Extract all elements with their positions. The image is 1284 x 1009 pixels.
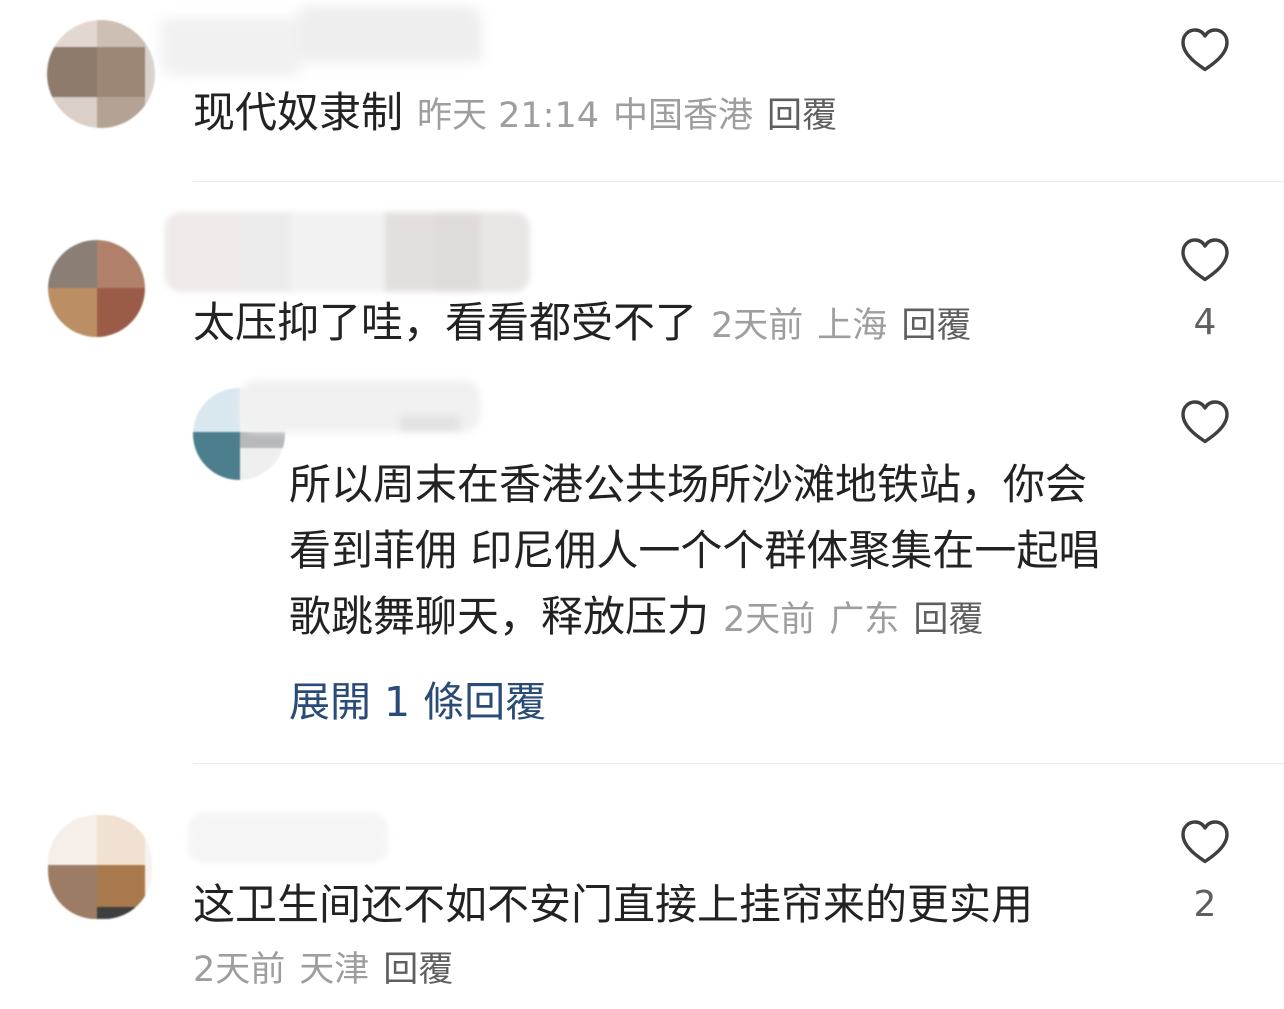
avatar-pixel <box>97 865 145 907</box>
comment-text: 这卫生间还不如不安门直接上挂帘来的更实用 <box>193 880 1034 929</box>
avatar-pixel <box>48 288 97 337</box>
like-button[interactable] <box>1170 27 1240 73</box>
reply-text-line: 歌跳舞聊天，释放压力 <box>289 592 710 641</box>
heart-outline-icon[interactable] <box>1180 819 1230 865</box>
avatar-pixel <box>240 432 285 448</box>
comment-text: 太压抑了哇，看看都受不了 <box>193 298 698 347</box>
avatar-pixel <box>48 865 97 919</box>
comment-body: 太压抑了哇，看看都受不了 2天前 上海 回覆 <box>193 295 971 360</box>
comment-text: 现代奴隶制 <box>193 88 404 137</box>
username-redacted[interactable] <box>188 813 388 863</box>
reply-button[interactable]: 回覆 <box>901 306 971 346</box>
username-redacted[interactable] <box>240 380 480 432</box>
reply-body: 所以周末在香港公共场所沙滩地铁站，你会 看到菲佣 印尼佣人一个个群体聚集在一起唱… <box>289 452 1100 653</box>
redaction-block <box>160 18 300 76</box>
avatar-pixel <box>48 815 97 865</box>
heart-outline-icon[interactable] <box>1180 399 1230 445</box>
avatar[interactable] <box>48 240 145 337</box>
reply-last-line: 歌跳舞聊天，释放压力 2天前 广东 回覆 <box>289 584 1100 653</box>
avatar-pixel <box>97 47 145 97</box>
avatar-pixel <box>47 47 97 97</box>
comment-body: 这卫生间还不如不安门直接上挂帘来的更实用 <box>193 877 1033 942</box>
comment-location: 上海 <box>817 306 888 346</box>
redaction-block <box>385 212 433 292</box>
avatar-pixel <box>193 432 240 480</box>
username-redacted[interactable] <box>160 6 482 76</box>
redaction-block <box>300 6 482 62</box>
comment-body: 现代奴隶制 昨天 21:14 中国香港 回覆 <box>193 85 837 150</box>
comment-meta: 2天前 天津 回覆 <box>193 946 453 1000</box>
comment-time: 2天前 <box>193 950 286 990</box>
avatar[interactable] <box>48 815 152 919</box>
avatar-pixel <box>97 97 145 128</box>
like-count: 2 <box>1193 884 1217 925</box>
avatar-pixel <box>97 288 145 337</box>
avatar-pixel <box>145 20 155 128</box>
avatar-pixel <box>193 388 240 432</box>
comment-time: 2天前 <box>711 306 804 346</box>
reply-text-line: 看到菲佣 印尼佣人一个个群体聚集在一起唱 <box>289 526 1101 575</box>
reply-button[interactable]: 回覆 <box>767 96 837 136</box>
heart-outline-icon[interactable] <box>1180 237 1230 283</box>
redaction-block <box>290 212 385 292</box>
redaction-block <box>240 212 290 292</box>
avatar-pixel <box>48 240 97 288</box>
heart-outline-path <box>1181 820 1229 864</box>
avatar[interactable] <box>47 20 155 128</box>
redaction-block <box>400 416 460 432</box>
reply-button[interactable]: 回覆 <box>383 950 453 990</box>
like-count: 4 <box>1193 302 1217 343</box>
avatar-pixel <box>97 815 145 865</box>
heart-outline-path <box>1181 28 1229 72</box>
comment-location: 中国香港 <box>613 96 754 136</box>
like-button[interactable]: 4 <box>1170 237 1240 345</box>
heart-outline-icon[interactable] <box>1180 27 1230 73</box>
avatar-pixel <box>97 907 145 919</box>
divider <box>193 181 1284 182</box>
expand-replies-link[interactable]: 展開 1 條回覆 <box>289 680 546 724</box>
reply-location: 广东 <box>829 600 900 640</box>
avatar-pixel <box>47 97 97 128</box>
avatar-pixel <box>47 20 97 47</box>
redaction-block <box>188 813 388 863</box>
like-button[interactable]: 2 <box>1170 819 1240 927</box>
avatar-pixel <box>97 20 145 47</box>
heart-outline-path <box>1181 400 1229 444</box>
reply-button[interactable]: 回覆 <box>913 600 983 640</box>
username-redacted[interactable] <box>165 212 530 292</box>
avatar-pixel <box>240 448 285 480</box>
reply-text-line: 所以周末在香港公共场所沙滩地铁站，你会 <box>289 460 1088 509</box>
reply-time: 2天前 <box>723 600 816 640</box>
redaction-block <box>165 212 240 292</box>
avatar-pixel <box>97 240 145 288</box>
divider <box>193 763 1284 764</box>
like-button[interactable] <box>1170 399 1240 445</box>
comment-time: 昨天 21:14 <box>417 96 600 136</box>
redaction-block <box>433 212 480 292</box>
avatar-pixel <box>145 815 152 919</box>
redaction-block <box>480 212 530 292</box>
comment-location: 天津 <box>299 950 370 990</box>
heart-outline-path <box>1181 238 1229 282</box>
